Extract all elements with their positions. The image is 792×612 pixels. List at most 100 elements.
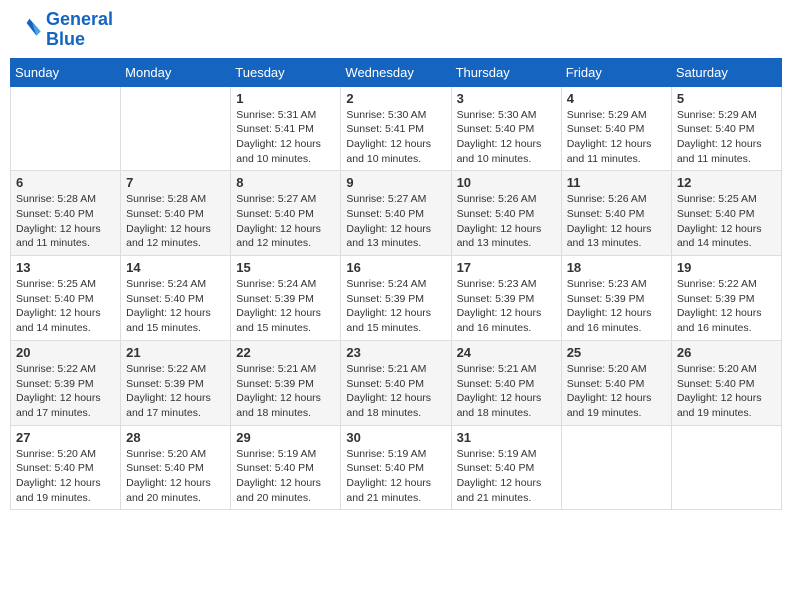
day-info: Sunrise: 5:21 AMSunset: 5:39 PMDaylight:… — [236, 362, 335, 421]
day-number: 1 — [236, 91, 335, 106]
day-info: Sunrise: 5:19 AMSunset: 5:40 PMDaylight:… — [236, 447, 335, 506]
page-header: General Blue — [10, 10, 782, 50]
calendar-cell: 31 Sunrise: 5:19 AMSunset: 5:40 PMDayligh… — [451, 425, 561, 510]
calendar-cell: 24 Sunrise: 5:21 AMSunset: 5:40 PMDayligh… — [451, 340, 561, 425]
day-number: 13 — [16, 260, 115, 275]
week-row-5: 27 Sunrise: 5:20 AMSunset: 5:40 PMDayligh… — [11, 425, 782, 510]
calendar-cell: 29 Sunrise: 5:19 AMSunset: 5:40 PMDayligh… — [231, 425, 341, 510]
calendar-cell: 30 Sunrise: 5:19 AMSunset: 5:40 PMDayligh… — [341, 425, 451, 510]
day-info: Sunrise: 5:22 AMSunset: 5:39 PMDaylight:… — [677, 277, 776, 336]
weekday-header-wednesday: Wednesday — [341, 58, 451, 86]
calendar-cell: 25 Sunrise: 5:20 AMSunset: 5:40 PMDayligh… — [561, 340, 671, 425]
weekday-header-tuesday: Tuesday — [231, 58, 341, 86]
day-info: Sunrise: 5:21 AMSunset: 5:40 PMDaylight:… — [346, 362, 445, 421]
calendar-cell: 6Sunrise: 5:28 AMSunset: 5:40 PMDaylight… — [11, 171, 121, 256]
day-number: 26 — [677, 345, 776, 360]
weekday-header-monday: Monday — [121, 58, 231, 86]
day-number: 7 — [126, 175, 225, 190]
calendar-cell: 11 Sunrise: 5:26 AMSunset: 5:40 PMDayligh… — [561, 171, 671, 256]
day-info: Sunrise: 5:24 AMSunset: 5:39 PMDaylight:… — [346, 277, 445, 336]
day-info: Sunrise: 5:29 AMSunset: 5:40 PMDaylight:… — [567, 108, 666, 167]
calendar-cell: 9 Sunrise: 5:27 AMSunset: 5:40 PMDaylight… — [341, 171, 451, 256]
weekday-header-sunday: Sunday — [11, 58, 121, 86]
day-number: 2 — [346, 91, 445, 106]
calendar-cell: 14Sunrise: 5:24 AMSunset: 5:40 PMDayligh… — [121, 256, 231, 341]
day-info: Sunrise: 5:27 AMSunset: 5:40 PMDaylight:… — [236, 192, 335, 251]
day-info: Sunrise: 5:19 AMSunset: 5:40 PMDaylight:… — [457, 447, 556, 506]
calendar-cell: 20Sunrise: 5:22 AMSunset: 5:39 PMDayligh… — [11, 340, 121, 425]
day-number: 4 — [567, 91, 666, 106]
calendar-cell — [121, 86, 231, 171]
calendar-cell: 13 Sunrise: 5:25 AMSunset: 5:40 PMDayligh… — [11, 256, 121, 341]
weekday-header-friday: Friday — [561, 58, 671, 86]
logo: General Blue — [14, 10, 113, 50]
day-info: Sunrise: 5:26 AMSunset: 5:40 PMDaylight:… — [457, 192, 556, 251]
day-info: Sunrise: 5:28 AMSunset: 5:40 PMDaylight:… — [16, 192, 115, 251]
day-number: 11 — [567, 175, 666, 190]
day-number: 12 — [677, 175, 776, 190]
day-number: 10 — [457, 175, 556, 190]
calendar-cell: 26 Sunrise: 5:20 AMSunset: 5:40 PMDayligh… — [671, 340, 781, 425]
day-info: Sunrise: 5:22 AMSunset: 5:39 PMDaylight:… — [126, 362, 225, 421]
day-info: Sunrise: 5:23 AMSunset: 5:39 PMDaylight:… — [567, 277, 666, 336]
weekday-header-thursday: Thursday — [451, 58, 561, 86]
day-info: Sunrise: 5:25 AMSunset: 5:40 PMDaylight:… — [677, 192, 776, 251]
calendar-cell: 3 Sunrise: 5:30 AMSunset: 5:40 PMDaylight… — [451, 86, 561, 171]
day-number: 15 — [236, 260, 335, 275]
day-number: 24 — [457, 345, 556, 360]
logo-icon — [14, 16, 42, 44]
day-info: Sunrise: 5:27 AMSunset: 5:40 PMDaylight:… — [346, 192, 445, 251]
logo-text: General Blue — [46, 10, 113, 50]
day-number: 25 — [567, 345, 666, 360]
calendar-cell — [671, 425, 781, 510]
calendar-cell: 12 Sunrise: 5:25 AMSunset: 5:40 PMDayligh… — [671, 171, 781, 256]
calendar-cell: 19Sunrise: 5:22 AMSunset: 5:39 PMDayligh… — [671, 256, 781, 341]
day-number: 9 — [346, 175, 445, 190]
day-info: Sunrise: 5:30 AMSunset: 5:41 PMDaylight:… — [346, 108, 445, 167]
calendar-cell: 16 Sunrise: 5:24 AMSunset: 5:39 PMDayligh… — [341, 256, 451, 341]
day-info: Sunrise: 5:19 AMSunset: 5:40 PMDaylight:… — [346, 447, 445, 506]
day-number: 31 — [457, 430, 556, 445]
day-number: 23 — [346, 345, 445, 360]
calendar-cell: 5Sunrise: 5:29 AMSunset: 5:40 PMDaylight… — [671, 86, 781, 171]
calendar-cell — [561, 425, 671, 510]
day-info: Sunrise: 5:23 AMSunset: 5:39 PMDaylight:… — [457, 277, 556, 336]
day-info: Sunrise: 5:26 AMSunset: 5:40 PMDaylight:… — [567, 192, 666, 251]
calendar-cell: 10 Sunrise: 5:26 AMSunset: 5:40 PMDayligh… — [451, 171, 561, 256]
day-info: Sunrise: 5:22 AMSunset: 5:39 PMDaylight:… — [16, 362, 115, 421]
calendar-cell: 21 Sunrise: 5:22 AMSunset: 5:39 PMDayligh… — [121, 340, 231, 425]
week-row-4: 20Sunrise: 5:22 AMSunset: 5:39 PMDayligh… — [11, 340, 782, 425]
calendar-cell: 17Sunrise: 5:23 AMSunset: 5:39 PMDayligh… — [451, 256, 561, 341]
day-number: 22 — [236, 345, 335, 360]
day-number: 3 — [457, 91, 556, 106]
calendar-cell: 2 Sunrise: 5:30 AMSunset: 5:41 PMDaylight… — [341, 86, 451, 171]
day-info: Sunrise: 5:21 AMSunset: 5:40 PMDaylight:… — [457, 362, 556, 421]
calendar-cell: 27 Sunrise: 5:20 AMSunset: 5:40 PMDayligh… — [11, 425, 121, 510]
weekday-header-saturday: Saturday — [671, 58, 781, 86]
calendar-cell: 15Sunrise: 5:24 AMSunset: 5:39 PMDayligh… — [231, 256, 341, 341]
calendar-cell — [11, 86, 121, 171]
day-info: Sunrise: 5:30 AMSunset: 5:40 PMDaylight:… — [457, 108, 556, 167]
day-info: Sunrise: 5:31 AMSunset: 5:41 PMDaylight:… — [236, 108, 335, 167]
calendar-cell: 8 Sunrise: 5:27 AMSunset: 5:40 PMDaylight… — [231, 171, 341, 256]
day-number: 5 — [677, 91, 776, 106]
day-number: 21 — [126, 345, 225, 360]
day-info: Sunrise: 5:20 AMSunset: 5:40 PMDaylight:… — [567, 362, 666, 421]
day-number: 16 — [346, 260, 445, 275]
day-number: 30 — [346, 430, 445, 445]
calendar-table: SundayMondayTuesdayWednesdayThursdayFrid… — [10, 58, 782, 511]
day-number: 8 — [236, 175, 335, 190]
day-info: Sunrise: 5:25 AMSunset: 5:40 PMDaylight:… — [16, 277, 115, 336]
day-number: 29 — [236, 430, 335, 445]
day-info: Sunrise: 5:20 AMSunset: 5:40 PMDaylight:… — [16, 447, 115, 506]
day-info: Sunrise: 5:24 AMSunset: 5:40 PMDaylight:… — [126, 277, 225, 336]
day-number: 27 — [16, 430, 115, 445]
day-info: Sunrise: 5:20 AMSunset: 5:40 PMDaylight:… — [126, 447, 225, 506]
calendar-cell: 18 Sunrise: 5:23 AMSunset: 5:39 PMDayligh… — [561, 256, 671, 341]
week-row-1: 1 Sunrise: 5:31 AMSunset: 5:41 PMDaylight… — [11, 86, 782, 171]
day-info: Sunrise: 5:28 AMSunset: 5:40 PMDaylight:… — [126, 192, 225, 251]
calendar-cell: 7 Sunrise: 5:28 AMSunset: 5:40 PMDaylight… — [121, 171, 231, 256]
day-info: Sunrise: 5:20 AMSunset: 5:40 PMDaylight:… — [677, 362, 776, 421]
weekday-header-row: SundayMondayTuesdayWednesdayThursdayFrid… — [11, 58, 782, 86]
day-number: 18 — [567, 260, 666, 275]
